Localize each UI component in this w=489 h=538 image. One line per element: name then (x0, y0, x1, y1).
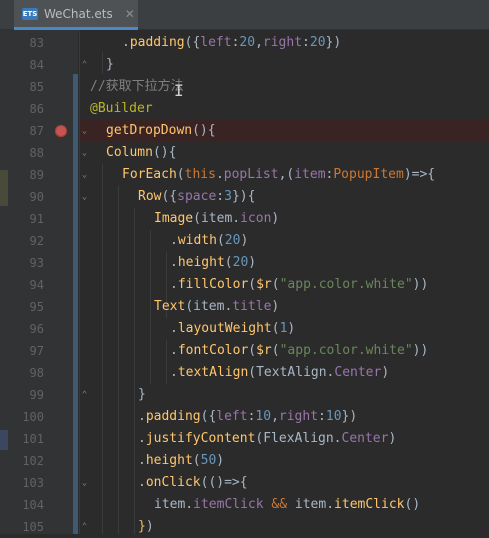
line-number: 91 (29, 212, 44, 226)
code-line-83[interactable]: 83 .padding({left:20,right:20}) (0, 32, 489, 54)
line-number: 89 (29, 168, 44, 182)
fold-end-icon[interactable]: ⌃ (80, 391, 89, 400)
code-line-101[interactable]: 101 .justifyContent(FlexAlign.Center) (0, 428, 489, 450)
code-text: .fillColor($r("app.color.white")) (170, 277, 429, 292)
code-text: .width(20) (170, 233, 249, 248)
line-number: 87 (29, 124, 44, 138)
code-comment: //获取下拉方法 (90, 79, 184, 94)
fold-start-icon[interactable]: ⌄ (80, 171, 89, 180)
line-number: 96 (29, 322, 44, 336)
line-number: 105 (22, 520, 44, 534)
code-text: item.itemClick && item.itemClick() (154, 497, 421, 512)
line-number: 88 (29, 146, 44, 160)
line-number: 103 (22, 476, 44, 490)
line-number: 86 (29, 102, 44, 116)
code-line-91[interactable]: 91 Image(item.icon) (0, 208, 489, 230)
line-number: 84 (29, 58, 44, 72)
code-annotation: @Builder (90, 101, 153, 116)
code-line-96[interactable]: 96 .layoutWeight(1) (0, 318, 489, 340)
code-line-104[interactable]: 104 item.itemClick && item.itemClick() (0, 494, 489, 516)
fold-end-icon[interactable]: ⌃ (80, 523, 89, 532)
fold-end-icon[interactable]: ⌃ (80, 61, 89, 70)
code-line-94[interactable]: 94 .fillColor($r("app.color.white")) (0, 274, 489, 296)
line-number: 99 (29, 388, 44, 402)
code-text: Row({space:3}){ (138, 189, 256, 204)
tab-wechat-ets[interactable]: ETS WeChat.ets ✕ (14, 0, 138, 30)
code-line-102[interactable]: 102 .height(50) (0, 450, 489, 472)
code-text: .fontColor($r("app.color.white")) (170, 343, 429, 358)
ets-file-icon: ETS (22, 7, 38, 20)
line-number: 102 (22, 454, 44, 468)
code-text: .onClick(()=>{ (138, 475, 248, 490)
line-number: 90 (29, 190, 44, 204)
code-line-93[interactable]: 93 .height(20) (0, 252, 489, 274)
line-number: 93 (29, 256, 44, 270)
code-text: ForEach(this.popList,(item:PopupItem)=>{ (122, 167, 436, 182)
line-number: 92 (29, 234, 44, 248)
code-text: .height(20) (170, 255, 257, 270)
code-line-89[interactable]: 89 ⌄ ForEach(this.popList,(item:PopupIte… (0, 164, 489, 186)
code-text: Column(){ (106, 145, 177, 160)
code-line-90[interactable]: 90 ⌄ Row({space:3}){ (0, 186, 489, 208)
line-number: 85 (29, 80, 44, 94)
line-number: 100 (22, 410, 44, 424)
code-line-100[interactable]: 100 .padding({left:10,right:10}) (0, 406, 489, 428)
code-line-99[interactable]: 99 ⌃ } (0, 384, 489, 406)
line-number: 94 (29, 278, 44, 292)
code-line-88[interactable]: 88 ⌄ Column(){ (0, 142, 489, 164)
fold-start-icon[interactable]: ⌄ (80, 149, 89, 158)
line-number: 97 (29, 344, 44, 358)
code-line-105[interactable]: 105 ⌃ }) (0, 516, 489, 538)
code-line-103[interactable]: 103 ⌄ .onClick(()=>{ (0, 472, 489, 494)
fold-start-icon[interactable]: ⌄ (80, 193, 89, 202)
editor-tab-bar: ETS WeChat.ets ✕ (0, 0, 489, 30)
line-number: 95 (29, 300, 44, 314)
close-icon[interactable]: ✕ (125, 7, 135, 21)
code-line-95[interactable]: 95 Text(item.title) (0, 296, 489, 318)
code-text: .padding({left:20,right:20}) (122, 35, 342, 50)
code-line-86[interactable]: 86 @Builder (0, 98, 489, 120)
fold-start-icon[interactable]: ⌄ (80, 479, 89, 488)
code-text: .padding({left:10,right:10}) (138, 409, 358, 424)
code-text: }) (138, 519, 154, 534)
code-line-87[interactable]: 87 ⌄ getDropDown(){ (0, 120, 489, 142)
code-text: Text(item.title) (154, 299, 280, 314)
code-line-84[interactable]: 84 ⌃ } (0, 54, 489, 76)
code-text: Image(item.icon) (154, 211, 280, 226)
code-line-92[interactable]: 92 .width(20) (0, 230, 489, 252)
code-text: } (138, 387, 146, 402)
code-text: } (106, 57, 114, 72)
code-text: getDropDown(){ (106, 123, 216, 138)
code-text: .justifyContent(FlexAlign.Center) (138, 431, 397, 446)
code-line-97[interactable]: 97 .fontColor($r("app.color.white")) (0, 340, 489, 362)
code-line-85[interactable]: 85 //获取下拉方法 (0, 76, 489, 98)
code-text: .height(50) (138, 453, 225, 468)
code-text: .layoutWeight(1) (170, 321, 296, 336)
line-number: 83 (29, 36, 44, 50)
fold-start-icon[interactable]: ⌄ (80, 127, 89, 136)
line-number: 98 (29, 366, 44, 380)
tab-filename: WeChat.ets (44, 6, 113, 21)
code-text: .textAlign(TextAlign.Center) (170, 365, 390, 380)
breakpoint-icon[interactable] (55, 125, 67, 137)
line-number: 104 (22, 498, 44, 512)
code-line-98[interactable]: 98 .textAlign(TextAlign.Center) (0, 362, 489, 384)
line-number: 101 (22, 432, 44, 446)
